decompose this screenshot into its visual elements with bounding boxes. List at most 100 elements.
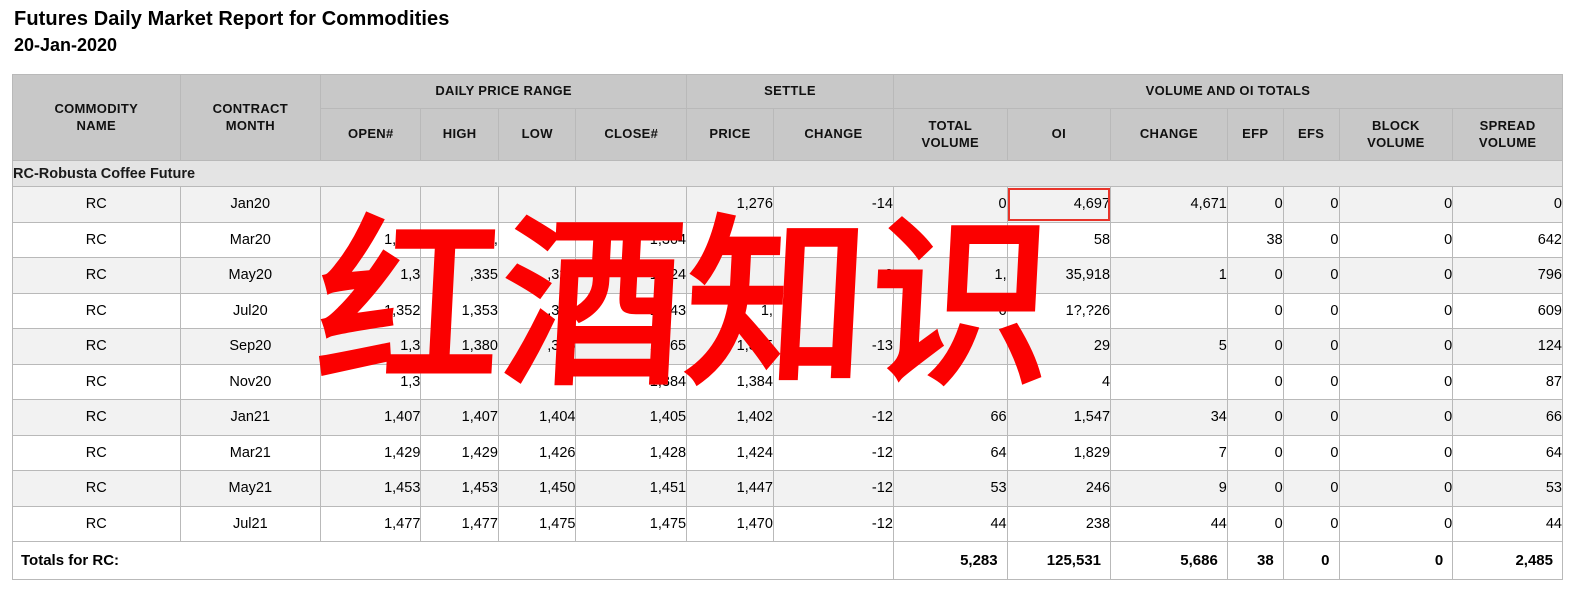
cell-high: ,335 [420,257,499,294]
cell-settle-change: -12 [772,505,894,542]
cell-settle-price: 1,470 [686,505,774,542]
cell-settle-change: -14 [772,186,894,223]
cell-efs: 0 [1282,257,1340,294]
cell-low: 1,404 [497,399,577,436]
cell-oi-change: 44 [1110,505,1228,542]
totals-block-volume: 0 [1338,541,1454,580]
cell-low: 1,450 [497,470,577,507]
table-row: RC Mar21 1,429 1,429 1,426 1,428 1,424 -12 64 1,8… [12,434,1563,471]
cell-settle-price: 1,447 [686,470,774,507]
cell-settle-change: -12 [772,470,894,507]
cell-oi-change [1110,221,1228,258]
cell-commodity: RC [12,186,181,223]
cell-close: 1,428 [575,434,688,471]
cell-open: 1,316 [320,221,422,258]
group-daily-price-range: DAILY PRICE RANGE [320,74,688,109]
col-efs: EFS [1282,108,1340,161]
cell-settle-price [686,257,774,294]
cell-contract-month: Jan21 [179,399,322,436]
cell-contract-month: Jul21 [179,505,322,542]
cell-commodity: RC [12,470,181,507]
cell-settle-price: 1,276 [686,186,774,223]
totals-label: Totals for RC: [12,541,894,580]
cell-high [420,186,499,223]
cell-close: 1,304 [575,221,688,258]
cell-contract-month: Nov20 [179,363,322,400]
cell-contract-month: May21 [179,470,322,507]
totals-oi: 125,531 [1006,541,1112,580]
cell-spread-volume: 642 [1452,221,1563,258]
cell-settle-change: -13 [772,328,894,365]
cell-open: 1,3 [320,328,422,365]
cell-spread-volume: 53 [1452,470,1563,507]
cell-close: 1,451 [575,470,688,507]
cell-efs: 0 [1282,470,1340,507]
cell-spread-volume: 64 [1452,434,1563,471]
cell-settle-change [772,363,894,400]
cell-high: 1,407 [420,399,499,436]
table-row: RC May21 1,453 1,453 1,450 1,451 1,447 -12 53 246… [12,470,1563,507]
totals-efs: 0 [1282,541,1340,580]
cell-spread-volume: 124 [1452,328,1563,365]
cell-efp: 0 [1226,505,1284,542]
cell-efs: 0 [1282,505,1340,542]
cell-spread-volume: 609 [1452,292,1563,329]
cell-open: 1,407 [320,399,422,436]
cell-efs: 0 [1282,434,1340,471]
table-row: RC Mar20 1,316 1, 1,304 58 38 0 0 642 [12,221,1563,258]
cell-settle-price: 1,365 [686,328,774,365]
cell-oi-change: 4,671 [1110,186,1228,223]
cell-close: 1,324 [575,257,688,294]
col-spread-volume-line1: SPREAD [1479,118,1536,134]
cell-high [420,363,499,400]
cell-open: 1,453 [320,470,422,507]
cell-high: 1, [420,221,499,258]
cell-open: 1,477 [320,505,422,542]
cell-efp: 0 [1226,363,1284,400]
cell-block-volume: 0 [1338,221,1454,258]
group-settle: SETTLE [686,74,894,109]
cell-oi-change: 5 [1110,328,1228,365]
futures-table-container: COMMODITY NAME CONTRACT MONTH DAILY PRIC… [12,74,1564,580]
cell-open: 1,352 [320,292,422,329]
cell-oi: 238 [1006,505,1112,542]
cell-oi: 35,918 [1006,257,1112,294]
cell-oi-change [1110,292,1228,329]
cell-commodity: RC [12,292,181,329]
col-commodity-name-line1: COMMODITY [54,101,139,117]
cell-commodity: RC [12,505,181,542]
col-spread-volume-line2: VOLUME [1478,134,1537,150]
cell-close: 1,343 [575,292,688,329]
cell-low [497,363,577,400]
cell-close: 1,384 [575,363,688,400]
header-group-row: COMMODITY NAME CONTRACT MONTH DAILY PRIC… [12,74,1564,161]
cell-oi-change: 7 [1110,434,1228,471]
cell-oi: 4 [1006,363,1112,400]
col-total-volume-line1: TOTAL [928,118,973,134]
cell-low: 1,475 [497,505,577,542]
cell-oi-change: 34 [1110,399,1228,436]
col-high: HIGH [420,108,499,161]
cell-efp: 0 [1226,328,1284,365]
cell-block-volume: 0 [1338,257,1454,294]
section-header-row: RC-Robusta Coffee Future [12,160,1563,187]
cell-low [497,221,577,258]
table-row: RC Nov20 1,3 1,384 1,384 4 0 0 0 87 [12,363,1563,400]
table-row: RC Jul20 1,352 1,353,343 1,343 1, 6 1?,?26 0 0 0 60… [12,292,1563,329]
cell-low: 1,426 [497,434,577,471]
table-row: RC Jul21 1,477 1,477 1,475 1,475 1,470 -12 44 238… [12,505,1563,542]
cell-contract-month: May20 [179,257,322,294]
totals-row: Totals for RC: 5,283 125,531 5,686 38 0 … [12,541,1563,580]
cell-efp: 0 [1226,292,1284,329]
cell-contract-month: Sep20 [179,328,322,365]
cell-close: 1,475 [575,505,688,542]
col-contract-month-line2: MONTH [225,117,275,133]
cell-commodity: RC [12,434,181,471]
cell-oi: 1?,?26 [1006,292,1112,329]
cell-open: 1,3 [320,257,422,294]
cell-block-volume: 0 [1338,292,1454,329]
cell-total-volume: 1, [892,257,1008,294]
cell-settle-price: 1,424 [686,434,774,471]
table-row: RC Sep20 1,3 1,380,365 1,365 1,365 -13 29 5 0 0 0 12… [12,328,1563,365]
cell-contract-month: Jan20 [179,186,322,223]
